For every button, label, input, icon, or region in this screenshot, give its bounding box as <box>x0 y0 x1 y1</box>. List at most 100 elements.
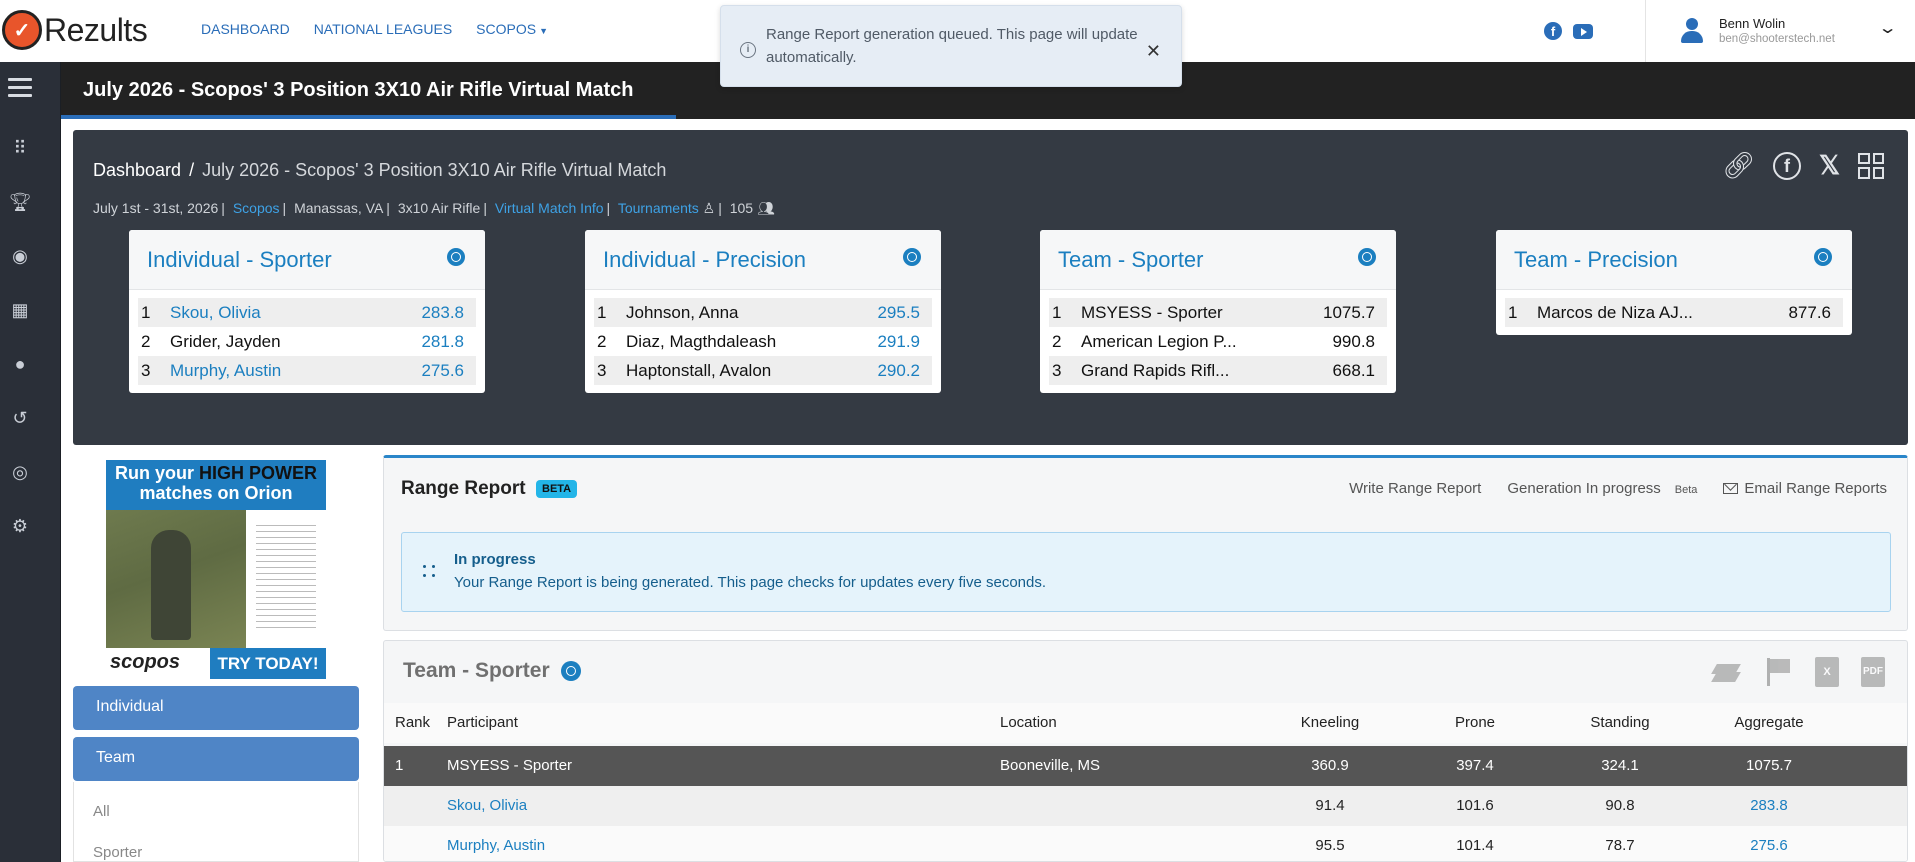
individual-button[interactable]: Individual <box>73 686 359 730</box>
leader-row: 2 Diaz, Magthdaleash 291.9 <box>594 327 932 356</box>
participant-link[interactable]: Skou, Olivia <box>447 797 527 814</box>
leader-row: 3 Grand Rapids Rifl... 668.1 <box>1049 356 1387 385</box>
facebook-icon[interactable]: f <box>1544 22 1562 40</box>
leader-row: 3 Haptonstall, Avalon 290.2 <box>594 356 932 385</box>
col-aggregate[interactable]: Aggregate <box>1709 714 1829 731</box>
team-button[interactable]: Team <box>73 737 359 781</box>
leader-card-individual-sporter: Individual - Sporter 1 Skou, Olivia 283.8 … <box>129 230 485 393</box>
hamburger-menu-icon[interactable] <box>8 78 32 102</box>
kneeling: 360.9 <box>1311 757 1349 774</box>
leader-card-team-sporter: Team - Sporter 1 MSYESS - Sporter 1075.7 2… <box>1040 230 1396 393</box>
score: 990.8 <box>1332 331 1375 351</box>
rezults-logo[interactable]: ✓ Rezults <box>2 10 148 50</box>
facebook-share-icon[interactable]: f <box>1773 151 1802 180</box>
target-logo-icon[interactable]: ◉ <box>8 244 32 268</box>
kneeling: 95.5 <box>1315 837 1345 854</box>
user-name[interactable]: Benn Wolin <box>1719 16 1785 31</box>
breadcrumb-dashboard[interactable]: Dashboard <box>93 160 181 180</box>
x-share-icon[interactable]: 𝕏 <box>1819 150 1840 181</box>
rank: 1 <box>1052 302 1062 322</box>
virtual-match-info-link[interactable]: Virtual Match Info <box>495 200 604 216</box>
submenu-sporter[interactable]: Sporter <box>93 844 142 861</box>
write-range-report-link[interactable]: Write Range Report <box>1349 480 1481 497</box>
participant-name: Johnson, Anna <box>626 302 739 322</box>
col-kneeling[interactable]: Kneeling <box>1270 714 1390 731</box>
user-icon[interactable]: ● <box>8 352 32 376</box>
participant-name: Haptonstall, Avalon <box>626 360 772 380</box>
main-nav: DASHBOARD NATIONAL LEAGUES SCOPOS ▼ <box>201 21 548 37</box>
building-icon[interactable]: ▦ <box>8 298 32 322</box>
ad-line1: Run your <box>114 463 199 483</box>
aggregate-link[interactable]: 275.6 <box>1709 837 1829 854</box>
participant-name: Grider, Jayden <box>170 331 281 351</box>
excel-export-icon[interactable]: X <box>1815 657 1839 687</box>
leader-row: 3 Murphy, Austin 275.6 <box>138 356 476 385</box>
user-avatar-icon[interactable] <box>1680 18 1704 44</box>
col-prone[interactable]: Prone <box>1415 714 1535 731</box>
pdf-export-icon[interactable]: PDF <box>1861 657 1885 687</box>
share-icons: 🔗︎ f 𝕏 <box>1722 150 1884 181</box>
qr-code-icon[interactable] <box>1858 152 1884 179</box>
award-ribbon-icon <box>903 248 921 270</box>
rank: 3 <box>597 360 607 380</box>
aggregate: 1075.7 <box>1746 757 1792 774</box>
card-title[interactable]: Team - Precision <box>1514 247 1678 272</box>
participant-link[interactable]: Murphy, Austin <box>447 837 545 854</box>
email-range-reports-link[interactable]: Email Range Reports <box>1723 480 1887 497</box>
submenu-all[interactable]: All <box>93 803 110 820</box>
participant-link[interactable]: Skou, Olivia <box>170 303 396 323</box>
col-location[interactable]: Location <box>1000 714 1057 731</box>
card-title[interactable]: Individual - Sporter <box>147 247 332 272</box>
col-rank[interactable]: Rank <box>395 714 430 731</box>
chevron-down-icon[interactable]: ⌄ <box>1878 18 1898 38</box>
score: 1075.7 <box>1323 302 1375 322</box>
team-row[interactable]: 1 MSYESS - Sporter Booneville, MS 360.9 … <box>384 746 1907 786</box>
youtube-icon[interactable] <box>1573 24 1593 39</box>
generation-label: Generation In progress <box>1507 480 1661 497</box>
leader-card-team-precision: Team - Precision 1 Marcos de Niza AJ... 87… <box>1496 230 1852 335</box>
member-row: Skou, Olivia 91.4 101.6 90.8 283.8 <box>384 786 1907 826</box>
score: 283.8 <box>421 302 464 322</box>
leader-row: 1 Johnson, Anna 295.5 <box>594 298 932 327</box>
meta-event: 3x10 Air Rifle <box>397 200 481 216</box>
col-participant[interactable]: Participant <box>447 714 518 731</box>
nav-national-leagues[interactable]: NATIONAL LEAGUES <box>314 21 452 37</box>
member-row: Murphy, Austin 95.5 101.4 78.7 275.6 <box>384 826 1907 861</box>
team-sporter-results: Team - Sporter X PDF Rank Participant Lo… <box>383 640 1908 862</box>
participant-name: Diaz, Magthdaleash <box>626 331 777 351</box>
card-title[interactable]: Team - Sporter <box>1058 247 1204 272</box>
user-email: ben@shooterstech.net <box>1719 33 1835 45</box>
trophy-icon[interactable]: 🏆︎ <box>8 190 32 214</box>
standing: 90.8 <box>1605 797 1635 814</box>
card-title[interactable]: Individual - Precision <box>603 247 806 272</box>
score: 275.6 <box>421 360 464 380</box>
prone: 397.4 <box>1456 757 1494 774</box>
beta-badge: BETA <box>536 480 578 498</box>
nav-dashboard[interactable]: DASHBOARD <box>201 21 290 37</box>
aggregate-link[interactable]: 283.8 <box>1709 797 1829 814</box>
award-ribbon-icon <box>1358 248 1376 270</box>
range-report-title: Range Report <box>401 478 526 499</box>
email-label: Email Range Reports <box>1744 480 1887 497</box>
rank: 3 <box>141 360 151 380</box>
breadcrumb: Dashboard / July 2026 - Scopos' 3 Position… <box>93 160 666 181</box>
gear-icon[interactable]: ⚙ <box>8 514 32 538</box>
link-icon[interactable]: 🔗︎ <box>1722 150 1755 181</box>
flag-icon[interactable] <box>1763 656 1793 688</box>
close-icon[interactable]: ✕ <box>1146 40 1161 63</box>
range-report-panel: Range Report BETA Write Range Report Gen… <box>383 455 1908 631</box>
history-icon[interactable]: ↺ <box>8 406 32 430</box>
rank: 1 <box>395 757 404 774</box>
col-standing[interactable]: Standing <box>1560 714 1680 731</box>
add-layers-icon[interactable] <box>1711 656 1741 688</box>
meta-org-link[interactable]: Scopos <box>233 200 280 216</box>
nav-scopos[interactable]: SCOPOS ▼ <box>476 21 548 37</box>
tournaments-link[interactable]: Tournaments <box>618 200 699 216</box>
range-report-actions: Write Range Report Generation In progres… <box>1349 480 1887 497</box>
orion-ad-banner[interactable]: Run your HIGH POWER matches on Orion sco… <box>106 460 326 679</box>
target-icon[interactable]: ◎ <box>8 460 32 484</box>
apps-grid-icon[interactable]: ⠿ <box>8 136 32 160</box>
chess-king-icon: ♙ <box>702 200 716 216</box>
standing: 324.1 <box>1601 757 1639 774</box>
participant-link[interactable]: Murphy, Austin <box>170 361 396 381</box>
